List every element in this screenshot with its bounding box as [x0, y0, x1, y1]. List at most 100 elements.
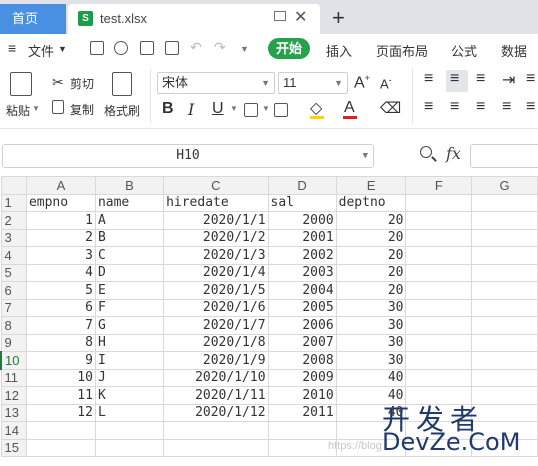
cell-a[interactable]: 6 — [25, 298, 96, 317]
row-header[interactable]: 14 — [0, 421, 27, 440]
chevron-down-icon[interactable]: ▼ — [58, 44, 67, 54]
cell-g[interactable] — [471, 368, 538, 387]
align-right-icon[interactable]: ≡ — [476, 98, 485, 116]
cell-d[interactable]: 2009 — [267, 368, 337, 387]
cell-f[interactable] — [405, 211, 473, 230]
cell-b[interactable]: H — [94, 333, 165, 352]
row-header[interactable]: 2 — [0, 211, 27, 230]
cell-f[interactable] — [405, 333, 473, 352]
cell-e[interactable]: 20 — [335, 228, 407, 247]
cell-a[interactable] — [25, 421, 96, 440]
cell-f[interactable] — [405, 281, 473, 300]
cell-a[interactable]: 2 — [25, 228, 96, 247]
quick-access-chevron-icon[interactable]: ▼ — [240, 44, 249, 54]
cell-f[interactable] — [405, 351, 473, 370]
cell-b[interactable]: E — [94, 281, 165, 300]
cell-f[interactable] — [405, 263, 473, 282]
save-icon[interactable] — [90, 41, 104, 55]
cell-g[interactable] — [471, 246, 538, 265]
cell-e[interactable]: 20 — [335, 281, 407, 300]
border-icon[interactable] — [244, 103, 258, 117]
menu-data[interactable]: 数据 — [501, 41, 527, 60]
row-header[interactable]: 12 — [0, 386, 27, 405]
cell-b[interactable]: D — [94, 263, 165, 282]
wrap-icon[interactable]: ≡ — [526, 70, 535, 88]
cell-c[interactable]: 2020/1/4 — [163, 263, 269, 282]
column-header[interactable]: D — [267, 176, 337, 195]
cell-e[interactable]: 40 — [335, 368, 407, 387]
cell-b[interactable] — [94, 421, 165, 440]
row-header[interactable]: 15 — [0, 438, 27, 457]
cell-c[interactable]: 2020/1/10 — [163, 368, 269, 387]
cell-d[interactable] — [267, 438, 337, 457]
cell-d[interactable]: 2007 — [267, 333, 337, 352]
cell-a[interactable]: 8 — [25, 333, 96, 352]
cell-c[interactable]: hiredate — [163, 193, 269, 212]
cell-e[interactable]: 20 — [335, 211, 407, 230]
cell-b[interactable]: G — [94, 316, 165, 335]
format-painter-icon[interactable] — [112, 72, 132, 96]
zoom-icon[interactable] — [420, 146, 432, 158]
cell-e[interactable]: 30 — [335, 351, 407, 370]
menu-file[interactable]: 文件 — [28, 41, 54, 60]
cell-e[interactable]: 20 — [335, 246, 407, 265]
cell-c[interactable]: 2020/1/1 — [163, 211, 269, 230]
menu-formula[interactable]: 公式 — [451, 41, 477, 60]
cell-f[interactable] — [405, 193, 473, 212]
row-header[interactable]: 11 — [0, 368, 27, 387]
cell-g[interactable] — [471, 298, 538, 317]
menu-insert[interactable]: 插入 — [326, 41, 352, 60]
close-tab-icon[interactable]: ✕ — [294, 7, 307, 27]
indent-icon[interactable]: ⇥ — [502, 70, 515, 90]
cell-b[interactable]: F — [94, 298, 165, 317]
italic-button[interactable]: I — [188, 100, 194, 119]
cell-a[interactable]: 12 — [25, 403, 96, 422]
formula-input[interactable] — [470, 144, 538, 168]
cell-c[interactable]: 2020/1/8 — [163, 333, 269, 352]
underline-button[interactable]: U — [212, 100, 224, 118]
align-middle-icon[interactable]: ≡ — [450, 70, 459, 88]
cell-c[interactable]: 2020/1/12 — [163, 403, 269, 422]
cell-b[interactable]: I — [94, 351, 165, 370]
column-header[interactable]: G — [471, 176, 538, 195]
scissors-icon[interactable]: ✂ — [52, 74, 64, 91]
cell-f[interactable] — [405, 316, 473, 335]
cell-d[interactable]: 2006 — [267, 316, 337, 335]
column-header[interactable]: C — [163, 176, 269, 195]
align-top-icon[interactable]: ≡ — [424, 70, 433, 88]
cell-c[interactable]: 2020/1/5 — [163, 281, 269, 300]
cell-b[interactable]: A — [94, 211, 165, 230]
cell-d[interactable]: sal — [267, 193, 337, 212]
cell-c[interactable]: 2020/1/2 — [163, 228, 269, 247]
cell-g[interactable] — [471, 333, 538, 352]
cell-f[interactable] — [405, 368, 473, 387]
hamburger-menu-icon[interactable]: ≡ — [8, 40, 16, 56]
underline-chevron-icon[interactable]: ▼ — [230, 104, 238, 113]
cell-e[interactable]: 30 — [335, 298, 407, 317]
cell-c[interactable] — [163, 438, 269, 457]
cell-a[interactable]: 9 — [25, 351, 96, 370]
cell-g[interactable] — [471, 211, 538, 230]
row-header[interactable]: 6 — [0, 281, 27, 300]
copy-label[interactable]: 复制 — [70, 101, 94, 118]
menu-page-layout[interactable]: 页面布局 — [376, 41, 428, 60]
cell-g[interactable] — [471, 228, 538, 247]
cell-b[interactable]: J — [94, 368, 165, 387]
align-center-icon[interactable]: ≡ — [450, 98, 459, 116]
redo-icon[interactable]: ↷ — [214, 39, 226, 56]
cell-e[interactable]: 30 — [335, 333, 407, 352]
cell-a[interactable]: 7 — [25, 316, 96, 335]
cell-b[interactable]: L — [94, 403, 165, 422]
new-tab-button[interactable]: + — [332, 5, 345, 31]
cell-f[interactable] — [405, 228, 473, 247]
cell-d[interactable]: 2005 — [267, 298, 337, 317]
eraser-icon[interactable]: ⌫ — [380, 99, 401, 117]
column-header[interactable]: A — [25, 176, 96, 195]
bold-button[interactable]: B — [162, 100, 174, 118]
cell-a[interactable]: 5 — [25, 281, 96, 300]
cell-b[interactable]: C — [94, 246, 165, 265]
cell-b[interactable] — [94, 438, 165, 457]
cell-d[interactable]: 2001 — [267, 228, 337, 247]
font-color-button[interactable]: A — [344, 99, 355, 117]
cell-e[interactable]: 20 — [335, 263, 407, 282]
